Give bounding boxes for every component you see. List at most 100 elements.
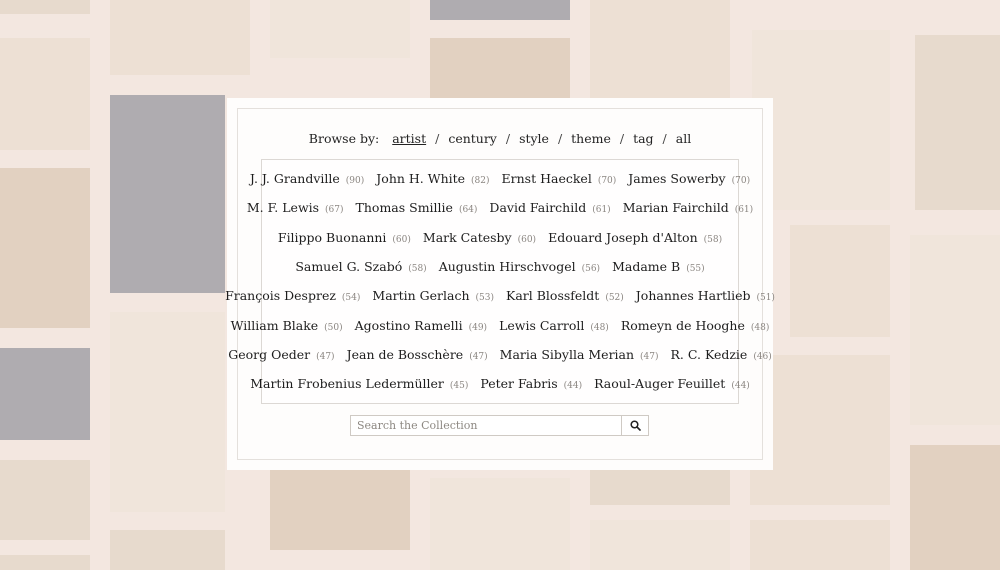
browse-by-label: Browse by: [308, 131, 380, 146]
browse-separator: / [662, 131, 667, 146]
search-input[interactable] [350, 415, 622, 436]
search-bar [350, 415, 650, 436]
artist-count: (54) [341, 293, 361, 304]
artist-row: Samuel G. Szabó (58) Augustin Hirschvoge… [262, 252, 738, 281]
artist-count: (70) [597, 176, 617, 187]
browse-separator: / [619, 131, 625, 146]
artist-link[interactable]: Romeyn de Hooghe (48) [621, 318, 770, 333]
artist-name: François Desprez [225, 288, 336, 304]
artist-link[interactable]: Georg Oeder (47) [228, 347, 334, 362]
artist-count: (52) [605, 293, 624, 304]
artist-row: William Blake (50) Agostino Ramelli (49)… [231, 310, 770, 339]
artist-link[interactable]: Johannes Hartlieb (51) [636, 288, 775, 303]
artist-link[interactable]: Karl Blossfeldt (52) [506, 288, 624, 303]
browse-option-artist[interactable]: artist [392, 131, 426, 146]
artist-name: J. J. Grandville [249, 171, 340, 187]
artist-count: (53) [475, 293, 494, 304]
artist-link[interactable]: Madame B (55) [612, 259, 705, 274]
browse-option-style[interactable]: style [519, 131, 549, 146]
artist-count: (46) [753, 351, 772, 362]
artist-name: Raoul-Auger Feuillet [594, 376, 726, 392]
artist-row: M. F. Lewis (67) Thomas Smillie (64) Dav… [247, 193, 753, 222]
browse-panel: Browse by: artist / century / style / th… [225, 98, 775, 470]
artist-name: Marian Fairchild [622, 200, 729, 216]
artist-link[interactable]: M. F. Lewis (67) [247, 200, 344, 215]
artist-count: (60) [517, 234, 537, 245]
artist-link[interactable]: Lewis Carroll (48) [499, 318, 609, 333]
artist-count: (49) [468, 322, 488, 333]
artist-link[interactable]: Mark Catesby (60) [423, 230, 536, 245]
artist-count: (60) [392, 234, 411, 245]
artist-link[interactable]: Thomas Smillie (64) [356, 200, 478, 215]
artist-link[interactable]: J. J. Grandville (90) [250, 171, 364, 186]
artist-name: David Fairchild [489, 200, 587, 216]
artist-name: Augustin Hirschvogel [438, 259, 576, 275]
artist-count: (55) [686, 264, 705, 275]
artist-link[interactable]: Agostino Ramelli (49) [355, 318, 487, 333]
browse-option-all[interactable]: all [676, 131, 691, 146]
artist-link[interactable]: Peter Fabris (44) [480, 376, 582, 391]
artist-name: Lewis Carroll [499, 317, 585, 333]
artist-name: Ernst Haeckel [501, 171, 592, 187]
artist-link[interactable]: Marian Fairchild (61) [623, 200, 753, 215]
artist-link[interactable]: Jean de Bosschère (47) [347, 347, 488, 362]
artist-name: Georg Oeder [228, 346, 311, 362]
artist-count: (48) [750, 322, 770, 333]
artist-link[interactable]: Martin Gerlach (53) [372, 288, 494, 303]
artist-count: (51) [756, 293, 775, 304]
artist-row: Georg Oeder (47) Jean de Bosschère (47) … [228, 340, 772, 369]
artist-link[interactable]: Augustin Hirschvogel (56) [439, 259, 600, 274]
artist-count: (47) [316, 351, 335, 362]
browse-separator: / [557, 131, 563, 146]
artist-link[interactable]: James Sowerby (70) [628, 171, 750, 186]
artist-name: Mark Catesby [422, 229, 512, 245]
artist-count: (70) [731, 176, 751, 187]
artist-count: (82) [471, 176, 490, 187]
artist-row: François Desprez (54) Martin Gerlach (53… [225, 281, 775, 310]
artist-link[interactable]: Raoul-Auger Feuillet (44) [594, 376, 750, 391]
browse-separator: / [435, 131, 440, 146]
artist-link[interactable]: R. C. Kedzie (46) [671, 347, 772, 362]
artist-link[interactable]: François Desprez (54) [225, 288, 360, 303]
search-button[interactable] [622, 415, 649, 436]
artist-name: James Sowerby [628, 171, 726, 187]
artist-name: William Blake [230, 317, 319, 333]
artist-count: (45) [449, 381, 469, 392]
artist-link[interactable]: Maria Sibylla Merian (47) [500, 347, 659, 362]
artist-count: (48) [590, 322, 609, 333]
artist-name: Karl Blossfeldt [506, 288, 600, 304]
artist-name: Madame B [612, 259, 681, 275]
artist-link[interactable]: David Fairchild (61) [489, 200, 610, 215]
artist-link[interactable]: Samuel G. Szabó (58) [295, 259, 426, 274]
artist-count: (58) [408, 264, 427, 275]
artist-name: Maria Sibylla Merian [499, 346, 635, 362]
artist-link[interactable]: Filippo Buonanni (60) [278, 230, 411, 245]
artist-list: J. J. Grandville (90) John H. White (82)… [225, 159, 775, 404]
artist-name: Edouard Joseph d'Alton [548, 229, 698, 245]
artist-name: Romeyn de Hooghe [620, 317, 745, 333]
browse-by-nav: Browse by: artist / century / style / th… [227, 131, 773, 146]
artist-link[interactable]: Ernst Haeckel (70) [502, 171, 617, 186]
artist-link[interactable]: Edouard Joseph d'Alton (58) [548, 230, 722, 245]
browse-separator: / [505, 131, 511, 146]
search-icon [629, 416, 641, 435]
artist-row: Filippo Buonanni (60) Mark Catesby (60) … [262, 223, 738, 252]
artist-count: (90) [345, 176, 365, 187]
artist-link[interactable]: John H. White (82) [376, 171, 489, 186]
artist-name: M. F. Lewis [246, 200, 320, 216]
artist-link[interactable]: Martin Frobenius Ledermüller (45) [250, 376, 468, 391]
artist-name: Samuel G. Szabó [295, 259, 403, 275]
artist-link[interactable]: William Blake (50) [231, 318, 343, 333]
artist-name: Filippo Buonanni [277, 229, 387, 245]
artist-name: John H. White [376, 171, 466, 187]
artist-count: (47) [469, 351, 488, 362]
artist-name: Agostino Ramelli [354, 317, 463, 333]
artist-count: (56) [581, 264, 601, 275]
browse-option-theme[interactable]: theme [571, 131, 611, 146]
artist-count: (61) [734, 205, 754, 216]
browse-option-tag[interactable]: tag [633, 131, 653, 146]
artist-name: Thomas Smillie [355, 200, 453, 216]
artist-row: J. J. Grandville (90) John H. White (82)… [250, 164, 750, 193]
artist-count: (58) [703, 234, 723, 245]
browse-option-century[interactable]: century [448, 131, 497, 146]
